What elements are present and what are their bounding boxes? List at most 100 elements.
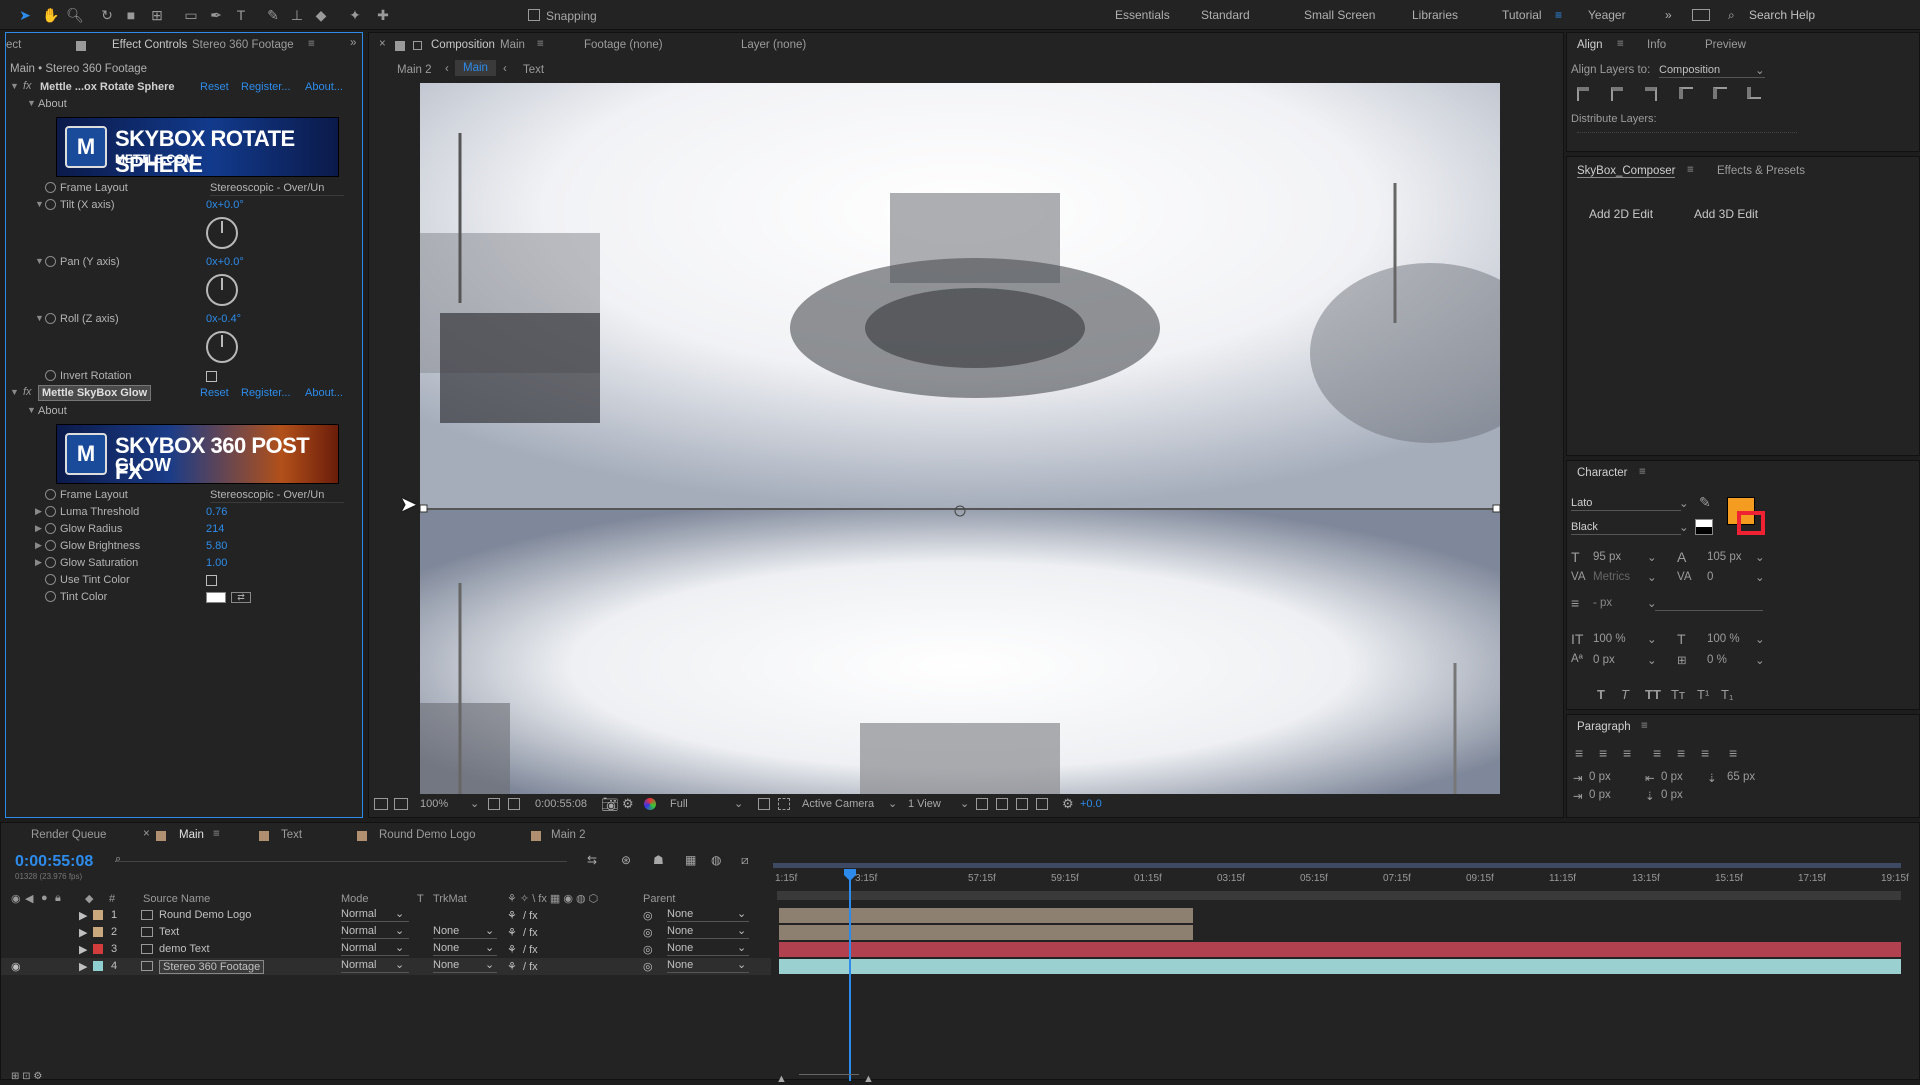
eyedropper-icon[interactable]: ✎ xyxy=(1699,494,1711,511)
layer-search-input[interactable] xyxy=(115,861,567,862)
align-left-text-icon[interactable]: ≡ xyxy=(1575,745,1583,761)
tilt-dial[interactable] xyxy=(206,217,238,249)
fx1-about[interactable]: About... xyxy=(305,81,343,93)
workspace-libraries[interactable]: Libraries xyxy=(1412,8,1458,22)
layer-switches-icons[interactable]: ⚘ / fx xyxy=(507,943,538,956)
graph-editor-icon[interactable]: ⧄ xyxy=(741,853,749,868)
fx1-header[interactable]: ▼ fx Mettle ...ox Rotate Sphere Reset Reg… xyxy=(6,79,362,96)
chevron-down-icon[interactable]: ⌄ xyxy=(960,797,969,810)
expand-panel-icon[interactable]: » xyxy=(350,37,356,49)
mask-visibility-icon[interactable] xyxy=(508,798,520,810)
layer-switches-icons[interactable]: ⚘ / fx xyxy=(507,909,538,922)
table-row[interactable]: ▶ 3 demo Text Normal ⌄ None ⌄ ⚘ / fx ◎ None ⌄ xyxy=(1,941,771,958)
table-row[interactable]: ◉ ▶ 4 Stereo 360 Footage Normal ⌄ None ⌄ ⚘ / fx ◎… xyxy=(1,958,771,975)
all-caps-icon[interactable]: TT xyxy=(1645,687,1661,702)
indent-right-value[interactable]: 0 px xyxy=(1661,771,1683,783)
label-color[interactable] xyxy=(93,927,103,937)
chevron-down-icon[interactable]: ⌄ xyxy=(1755,550,1765,564)
search-help-input[interactable]: Search Help xyxy=(1749,8,1815,22)
label-color[interactable] xyxy=(93,944,103,954)
chevron-down-icon[interactable]: ⌄ xyxy=(470,797,479,810)
chevron-down-icon[interactable]: ⌄ xyxy=(1647,570,1657,584)
layer-duration-bar[interactable] xyxy=(779,925,1193,940)
pick-whip-icon[interactable]: ◎ xyxy=(643,960,653,973)
distribute-icons[interactable] xyxy=(1577,132,1797,144)
superscript-icon[interactable]: T¹ xyxy=(1697,687,1709,702)
chevron-down-icon[interactable]: ⌄ xyxy=(888,797,897,810)
preview-tab[interactable]: Preview xyxy=(1705,39,1746,51)
view-layout-dropdown[interactable]: 1 View xyxy=(908,798,941,810)
snapshot-icon[interactable]: 📷︎ xyxy=(601,796,619,813)
layer-name[interactable]: demo Text xyxy=(159,943,210,955)
chevron-down-icon[interactable]: ⌄ xyxy=(1755,570,1765,584)
paragraph-title[interactable]: Paragraph xyxy=(1577,721,1631,733)
layer-switches-icons[interactable]: ⚘ / fx xyxy=(507,926,538,939)
hand-tool-icon[interactable]: ✋ xyxy=(40,4,62,26)
fx1-reset[interactable]: Reset xyxy=(200,81,229,93)
stroke-color-swatch[interactable] xyxy=(1737,511,1765,535)
fx2-reset[interactable]: Reset xyxy=(200,387,229,399)
small-caps-icon[interactable]: Tт xyxy=(1671,687,1685,702)
layer-tab[interactable]: Layer (none) xyxy=(741,39,806,51)
panel-menu-icon[interactable]: ≡ xyxy=(308,38,315,50)
align-to-dropdown[interactable]: Composition xyxy=(1659,64,1765,78)
workspace-essentials[interactable]: Essentials xyxy=(1115,8,1170,22)
fx1-roll-value[interactable]: 0x-0.4° xyxy=(206,313,241,325)
footage-tab[interactable]: Footage (none) xyxy=(584,39,663,51)
first-line-indent-value[interactable]: 0 px xyxy=(1589,789,1611,801)
indent-left-value[interactable]: 0 px xyxy=(1589,771,1611,783)
zoom-tool-icon[interactable]: 🔍︎ xyxy=(64,4,86,26)
resolution-dropdown[interactable]: Full xyxy=(670,798,688,810)
fx1-register[interactable]: Register... xyxy=(241,81,291,93)
faux-bold-icon[interactable]: T xyxy=(1597,687,1605,702)
close-tab-icon[interactable]: × xyxy=(379,38,386,50)
layer-name[interactable]: Text xyxy=(159,926,179,938)
layer-switches-icons[interactable]: ⚘ / fx xyxy=(507,960,538,973)
sync-icon[interactable] xyxy=(1692,9,1710,21)
viewer-timecode[interactable]: 0:00:55:08 xyxy=(535,798,587,810)
chevron-down-icon[interactable]: ⌄ xyxy=(1647,632,1657,646)
rectangle-tool-icon[interactable]: ▭ xyxy=(180,4,202,26)
effect-controls-layer[interactable]: Stereo 360 Footage xyxy=(192,39,294,51)
render-queue-tab[interactable]: Render Queue xyxy=(31,829,106,841)
twirl-icon[interactable]: ▶ xyxy=(79,909,87,922)
text-tab[interactable]: Text xyxy=(281,829,302,841)
zoom-slider[interactable] xyxy=(799,1074,859,1075)
pan-behind-tool-icon[interactable]: ⊞ xyxy=(146,4,168,26)
space-after-value[interactable]: 0 px xyxy=(1661,789,1683,801)
composition-tab[interactable]: Composition xyxy=(431,39,495,51)
table-row[interactable]: ▶ 2 Text Normal ⌄ None ⌄ ⚘ / fx ◎ None ⌄ xyxy=(1,924,771,941)
label-color[interactable] xyxy=(93,910,103,920)
align-right-text-icon[interactable]: ≡ xyxy=(1623,745,1631,761)
justify-last-left-icon[interactable]: ≡ xyxy=(1653,745,1661,761)
eyedropper-icon[interactable]: ⇄ xyxy=(231,592,251,603)
fx2-header[interactable]: ▼ fx Mettle SkyBox Glow Reset Register...… xyxy=(6,385,362,402)
clone-stamp-tool-icon[interactable]: ⊥ xyxy=(286,4,308,26)
workspace-tutorial[interactable]: Tutorial xyxy=(1502,8,1542,22)
workspace-yeager[interactable]: Yeager xyxy=(1588,8,1626,22)
brush-tool-icon[interactable]: ✎ xyxy=(262,4,284,26)
panel-menu-icon[interactable]: ≡ xyxy=(1687,164,1694,176)
chevron-down-icon[interactable]: ⌄ xyxy=(1679,520,1689,534)
lock-icon[interactable] xyxy=(76,41,86,51)
faux-italic-icon[interactable]: T xyxy=(1621,687,1629,702)
exposure-icon[interactable]: ⚙ xyxy=(1062,796,1074,812)
chevron-down-icon[interactable]: ⌄ xyxy=(1679,496,1689,510)
fx2-frame-layout-dropdown[interactable]: Stereoscopic - Over/Un xyxy=(210,489,344,503)
info-tab[interactable]: Info xyxy=(1647,39,1666,51)
lock-icon[interactable] xyxy=(395,41,405,51)
main2-tab[interactable]: Main 2 xyxy=(551,829,586,841)
skybox-composer-tab[interactable]: SkyBox_Composer xyxy=(1577,165,1676,178)
fx1-about-group[interactable]: ▼ About xyxy=(6,96,362,113)
layer-duration-bar[interactable] xyxy=(779,942,1901,957)
align-bottom-icon[interactable] xyxy=(1747,87,1761,99)
monitor-icon[interactable] xyxy=(394,798,408,810)
panel-menu-icon[interactable]: ≡ xyxy=(537,38,544,50)
effect-controls-tab[interactable]: Effect Controls xyxy=(112,39,187,51)
use-tint-checkbox[interactable] xyxy=(206,575,217,586)
fx2-about-group[interactable]: ▼ About xyxy=(6,403,362,420)
fx2-name[interactable]: Mettle SkyBox Glow xyxy=(38,385,152,401)
align-vcenter-icon[interactable] xyxy=(1713,87,1727,99)
workspace-standard[interactable]: Standard xyxy=(1201,8,1250,22)
zoom-out-icon[interactable]: ▲ xyxy=(776,1073,787,1085)
